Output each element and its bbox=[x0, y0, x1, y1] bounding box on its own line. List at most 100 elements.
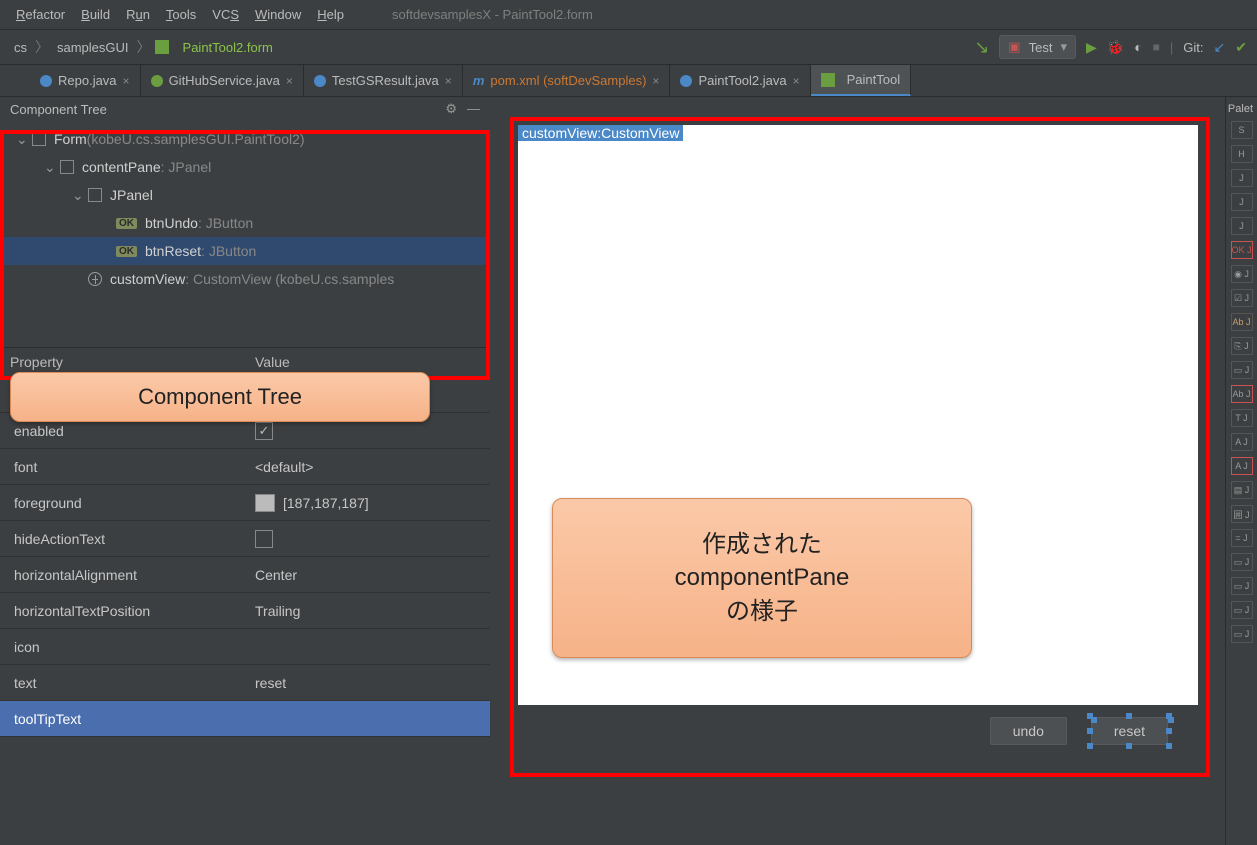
menu-window[interactable]: Window bbox=[247, 7, 309, 22]
form-designer-canvas[interactable]: customView:CustomView undo reset bbox=[518, 125, 1198, 757]
gear-icon[interactable]: ⚙ bbox=[445, 101, 457, 117]
menu-tools[interactable]: Tools bbox=[158, 7, 204, 22]
component-tree-title: Component Tree bbox=[10, 102, 107, 117]
menu-help[interactable]: Help bbox=[309, 7, 352, 22]
close-icon[interactable]: × bbox=[445, 74, 452, 88]
callout-component-tree: Component Tree bbox=[10, 372, 430, 422]
prop-hideactiontext[interactable]: hideActionText bbox=[0, 521, 490, 557]
reset-button-selected[interactable]: reset bbox=[1091, 717, 1168, 745]
tab-repo-java[interactable]: Repo.java × bbox=[30, 65, 141, 96]
run-config-select[interactable]: ▣ Test ▾ bbox=[999, 35, 1076, 59]
tab-githubservice-java[interactable]: GitHubService.java × bbox=[141, 65, 304, 96]
palette-item[interactable]: 囲 J bbox=[1231, 505, 1253, 523]
palette-item[interactable]: Ab J bbox=[1231, 385, 1253, 403]
tree-node-btnundo[interactable]: OK btnUndo : JButton bbox=[0, 209, 490, 237]
menu-run[interactable]: Run bbox=[118, 7, 158, 22]
customview-label: customView:CustomView bbox=[518, 125, 683, 141]
checkbox-unchecked-icon[interactable] bbox=[255, 530, 273, 548]
palette-item[interactable]: A J bbox=[1231, 457, 1253, 475]
palette-item[interactable]: J bbox=[1231, 217, 1253, 235]
maven-icon: m bbox=[473, 73, 485, 88]
crumb-cs[interactable]: cs bbox=[10, 40, 31, 55]
tree-node-contentpane[interactable]: ⌄ contentPane : JPanel bbox=[0, 153, 490, 181]
close-icon[interactable]: × bbox=[652, 74, 659, 88]
component-tree[interactable]: ⌄ Form (kobeU.cs.samplesGUI.PaintTool2) … bbox=[0, 121, 490, 297]
tree-node-form[interactable]: ⌄ Form (kobeU.cs.samplesGUI.PaintTool2) bbox=[0, 125, 490, 153]
prop-horizontalalignment[interactable]: horizontalAlignment Center bbox=[0, 557, 490, 593]
tree-node-jpanel[interactable]: ⌄ JPanel bbox=[0, 181, 490, 209]
coverage-icon[interactable]: ◐ bbox=[1134, 39, 1142, 55]
editor-tabs: Repo.java × GitHubService.java × TestGSR… bbox=[0, 65, 1257, 97]
minimize-icon[interactable]: — bbox=[467, 101, 480, 117]
checkbox-checked-icon[interactable]: ✓ bbox=[255, 422, 273, 440]
palette-item[interactable]: H bbox=[1231, 145, 1253, 163]
close-icon[interactable]: × bbox=[793, 74, 800, 88]
palette-item[interactable]: A J bbox=[1231, 433, 1253, 451]
palette-item[interactable]: ▭ J bbox=[1231, 625, 1253, 643]
palette-item[interactable]: OK J bbox=[1231, 241, 1253, 259]
run-config-label: Test bbox=[1029, 40, 1053, 55]
palette-item[interactable]: T J bbox=[1231, 409, 1253, 427]
build-icon[interactable]: ↘ bbox=[974, 37, 989, 58]
close-icon[interactable]: × bbox=[286, 74, 293, 88]
palette-item[interactable]: ▭ J bbox=[1231, 553, 1253, 571]
menubar: Refactor Build Run Tools VCS Window Help… bbox=[0, 0, 1257, 30]
breadcrumb: cs 〉 samplesGUI 〉 PaintTool2.form bbox=[10, 37, 974, 57]
prop-tooltiptext[interactable]: toolTipText bbox=[0, 701, 490, 737]
palette-item[interactable]: ▤ J bbox=[1231, 481, 1253, 499]
java-class-icon bbox=[680, 75, 692, 87]
java-interface-icon bbox=[151, 75, 163, 87]
prop-horizontaltextposition[interactable]: horizontalTextPosition Trailing bbox=[0, 593, 490, 629]
palette-item[interactable]: ▭ J bbox=[1231, 601, 1253, 619]
debug-icon[interactable]: 🐞 bbox=[1107, 39, 1124, 56]
crumb-painttool2-form[interactable]: PaintTool2.form bbox=[179, 40, 277, 55]
palette-item[interactable]: = J bbox=[1231, 529, 1253, 547]
reset-button[interactable]: reset bbox=[1091, 717, 1168, 745]
tab-painttool2-java[interactable]: PaintTool2.java × bbox=[670, 65, 810, 96]
menu-refactor[interactable]: Refactor bbox=[8, 7, 73, 22]
palette-item[interactable]: Ab J bbox=[1231, 313, 1253, 331]
palette-item[interactable]: J bbox=[1231, 193, 1253, 211]
git-label: Git: bbox=[1183, 40, 1203, 55]
stop-icon[interactable]: ■ bbox=[1153, 40, 1160, 54]
tab-painttool2-form[interactable]: PaintTool bbox=[811, 65, 911, 96]
menu-build[interactable]: Build bbox=[73, 7, 118, 22]
tab-testgsresult-java[interactable]: TestGSResult.java × bbox=[304, 65, 463, 96]
close-icon[interactable]: × bbox=[123, 74, 130, 88]
left-column: Component Tree ⚙ — ⌄ Form (kobeU.cs.samp… bbox=[0, 97, 490, 845]
tree-node-customview[interactable]: customView : CustomView (kobeU.cs.sample… bbox=[0, 265, 490, 293]
nav-row: cs 〉 samplesGUI 〉 PaintTool2.form ↘ ▣ Te… bbox=[0, 30, 1257, 65]
window-title: softdevsamplesX - PaintTool2.form bbox=[392, 7, 593, 22]
form-file-icon bbox=[155, 40, 169, 54]
palette-item[interactable]: ⎘ J bbox=[1231, 337, 1253, 355]
prop-foreground[interactable]: foreground [187,187,187] bbox=[0, 485, 490, 521]
java-class-icon bbox=[40, 75, 52, 87]
palette-item[interactable]: S bbox=[1231, 121, 1253, 139]
tab-pom-xml[interactable]: m pom.xml (softDevSamples) × bbox=[463, 65, 671, 96]
undo-button[interactable]: undo bbox=[990, 717, 1067, 745]
custom-component-icon bbox=[88, 272, 102, 286]
palette-item[interactable]: ☑ J bbox=[1231, 289, 1253, 307]
designer-area: customView:CustomView undo reset Palet bbox=[490, 97, 1257, 845]
tree-node-btnreset[interactable]: OK btnReset : JButton bbox=[0, 237, 490, 265]
prop-font[interactable]: font <default> bbox=[0, 449, 490, 485]
git-update-icon[interactable]: ↙ bbox=[1214, 39, 1226, 56]
crumb-samplesgui[interactable]: samplesGUI bbox=[53, 40, 133, 55]
palette-item[interactable]: ▭ J bbox=[1231, 361, 1253, 379]
palette-item[interactable]: J bbox=[1231, 169, 1253, 187]
main-area: Component Tree ⚙ — ⌄ Form (kobeU.cs.samp… bbox=[0, 97, 1257, 845]
run-icon[interactable]: ▶ bbox=[1086, 39, 1097, 56]
component-tree-header: Component Tree ⚙ — bbox=[0, 97, 490, 121]
palette-item[interactable]: ◉ J bbox=[1231, 265, 1253, 283]
palette-item[interactable]: ▭ J bbox=[1231, 577, 1253, 595]
button-bar: undo reset bbox=[518, 705, 1198, 757]
prop-text[interactable]: text reset bbox=[0, 665, 490, 701]
form-file-icon bbox=[821, 73, 835, 87]
palette-title: Palet bbox=[1228, 103, 1253, 115]
callout-component-pane: 作成された componentPane の様子 bbox=[552, 498, 972, 658]
nav-actions: ↘ ▣ Test ▾ ▶ 🐞 ◐ ■ | Git: ↙ ✔ bbox=[974, 35, 1247, 59]
prop-icon[interactable]: icon bbox=[0, 629, 490, 665]
git-commit-icon[interactable]: ✔ bbox=[1235, 39, 1247, 56]
menu-vcs[interactable]: VCS bbox=[204, 7, 247, 22]
palette-bar[interactable]: Palet S H J J J OK J ◉ J ☑ J Ab J ⎘ J ▭ … bbox=[1225, 97, 1257, 845]
